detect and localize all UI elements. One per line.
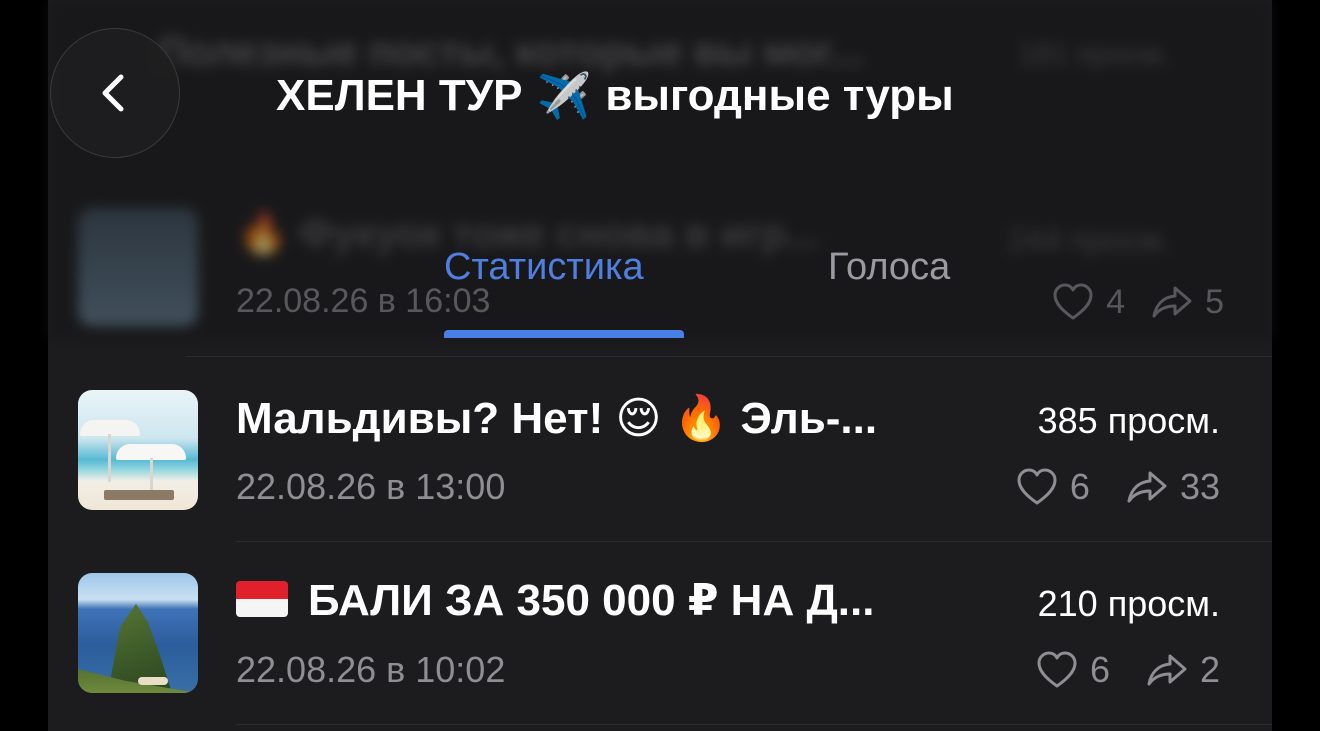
divider — [186, 356, 1272, 357]
post-likes: 6 — [1036, 649, 1110, 691]
heart-icon — [1053, 283, 1093, 320]
share-arrow-icon — [1152, 286, 1192, 318]
title-subtitle: выгодные туры — [605, 71, 954, 120]
divider — [236, 724, 1272, 725]
post-row[interactable]: Мальдивы? Нет! 😌 🔥 Эль-... 385 просм. 22… — [78, 390, 1220, 510]
chevron-left-icon — [102, 74, 124, 112]
ghost-post-views: 181 просм. — [1018, 38, 1170, 71]
divider — [236, 541, 1272, 542]
tab-statistics[interactable]: Статистика — [444, 246, 644, 289]
shares-count: 33 — [1179, 466, 1220, 507]
screen: Полезные посты, которые вы мог... 181 пр… — [0, 0, 1320, 731]
post-views: 210 просм. — [1037, 583, 1220, 624]
tab-bar: Статистика Голоса — [444, 240, 1004, 340]
post-date: 22.08.26 в 10:02 — [236, 649, 506, 690]
post-date: 22.08.26 в 13:00 — [236, 466, 506, 507]
post-shares: 2 — [1146, 649, 1220, 691]
ghost-shares: 5 — [1151, 282, 1224, 322]
post-thumbnail — [78, 390, 198, 510]
post-thumbnail — [78, 573, 198, 693]
post-title-wrap: БАЛИ ЗА 350 000 ₽ НА Д... — [236, 575, 874, 626]
post-shares: 33 — [1126, 466, 1220, 508]
post-stats: 6 33 — [1016, 466, 1220, 508]
airplane-icon: ✈️ — [536, 71, 592, 122]
heart-icon — [1017, 468, 1057, 505]
back-button[interactable] — [50, 28, 180, 158]
share-arrow-icon — [1147, 654, 1187, 686]
heart-icon — [1037, 651, 1077, 688]
title-channel-name: ХЕЛЕН ТУР — [276, 71, 523, 120]
ghost-post-stats: 4 5 — [1052, 282, 1224, 322]
ghost-likes: 4 — [1052, 282, 1125, 322]
share-arrow-icon — [1127, 471, 1167, 503]
post-likes: 6 — [1016, 466, 1090, 508]
ghost-shares-count: 5 — [1205, 282, 1224, 321]
shares-count: 2 — [1199, 649, 1220, 690]
tab-votes[interactable]: Голоса — [828, 246, 950, 289]
likes-count: 6 — [1089, 649, 1110, 690]
post-title: Мальдивы? Нет! 😌 🔥 Эль-... — [236, 394, 878, 443]
indonesia-flag-icon — [236, 581, 288, 618]
active-tab-indicator — [444, 330, 684, 338]
post-views: 385 просм. — [1037, 400, 1220, 441]
page-title: ХЕЛЕН ТУР ✈️ выгодные туры — [276, 66, 954, 126]
post-title: БАЛИ ЗА 350 000 ₽ НА Д... — [308, 576, 875, 625]
ghost-post-views-2: 244 просм. — [1008, 222, 1171, 258]
ghost-likes-count: 4 — [1106, 282, 1126, 321]
ghost-thumbnail — [78, 208, 198, 326]
post-row[interactable]: БАЛИ ЗА 350 000 ₽ НА Д... 210 просм. 22.… — [78, 573, 1220, 693]
post-stats: 6 2 — [1036, 649, 1220, 691]
likes-count: 6 — [1069, 466, 1090, 507]
